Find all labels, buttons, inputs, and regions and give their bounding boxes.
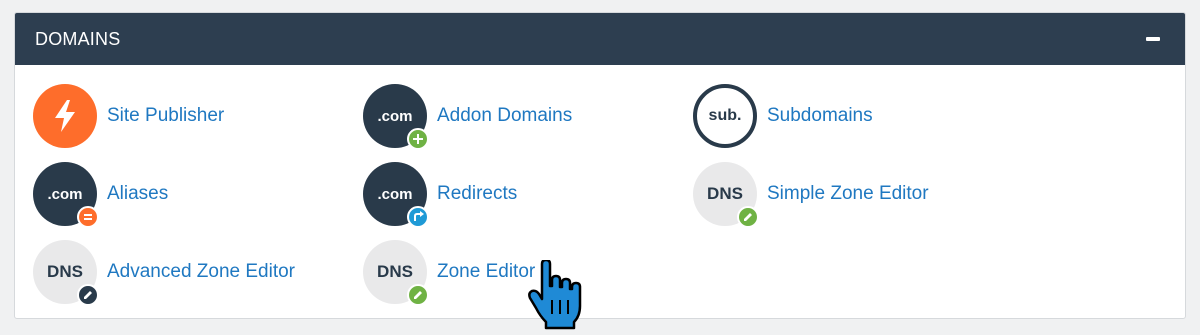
addon-domains-item[interactable]: .com Addon Domains [363,83,572,150]
site-publisher-label[interactable]: Site Publisher [107,105,224,127]
domains-panel: DOMAINS Site Publisher .com Addon Domain… [14,12,1186,319]
pencil-badge-icon [737,206,759,228]
equals-badge-icon [77,206,99,228]
lightning-bolt-icon [33,84,97,148]
pointer-hand-cursor-icon [528,260,582,330]
collapse-button[interactable] [1139,25,1167,53]
redirect-badge-icon [407,206,429,228]
dns-icon: DNS [33,240,99,306]
pencil-badge-icon [77,284,99,306]
dot-com-icon: .com [363,162,429,228]
addon-domains-label[interactable]: Addon Domains [437,105,572,127]
redirects-item[interactable]: .com Redirects [363,161,517,228]
simple-zone-editor-item[interactable]: DNS Simple Zone Editor [693,161,929,228]
simple-zone-editor-label[interactable]: Simple Zone Editor [767,183,929,205]
advanced-zone-editor-item[interactable]: DNS Advanced Zone Editor [33,239,295,306]
subdomains-label[interactable]: Subdomains [767,105,873,127]
panel-title: DOMAINS [35,28,121,49]
pencil-badge-icon [407,284,429,306]
dns-icon: DNS [363,240,429,306]
aliases-item[interactable]: .com Aliases [33,161,168,228]
dot-com-icon: .com [33,162,99,228]
dns-icon: DNS [693,162,759,228]
plus-badge-icon [407,128,429,150]
redirects-label[interactable]: Redirects [437,183,517,205]
panel-header: DOMAINS [15,13,1185,65]
advanced-zone-editor-label[interactable]: Advanced Zone Editor [107,261,295,283]
zone-editor-label[interactable]: Zone Editor [437,261,535,283]
site-publisher-item[interactable]: Site Publisher [33,83,224,149]
subdomains-item[interactable]: sub. Subdomains [693,83,873,149]
aliases-label[interactable]: Aliases [107,183,168,205]
dot-com-icon: .com [363,84,429,150]
minus-icon [1146,37,1160,41]
zone-editor-item[interactable]: DNS Zone Editor [363,239,535,306]
sub-icon: sub. [693,84,757,148]
